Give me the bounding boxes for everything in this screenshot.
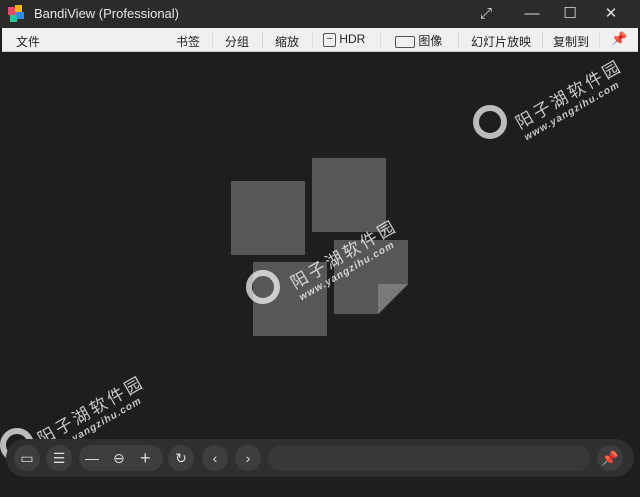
- menu-copy-to[interactable]: 复制到: [553, 33, 589, 50]
- maximize-button[interactable]: ☐: [560, 4, 580, 24]
- zoom-controls: — ⊖ +: [79, 445, 163, 471]
- image-fit-icon: [395, 35, 415, 48]
- zoom-fit-icon[interactable]: ⊖: [113, 445, 125, 471]
- menu-group[interactable]: 分组: [225, 33, 249, 50]
- zoom-in-icon[interactable]: +: [140, 445, 151, 471]
- hdr-button[interactable]: – HDR: [323, 32, 365, 47]
- folder-button[interactable]: ▭: [14, 445, 40, 471]
- menu-bookmark[interactable]: 书签: [176, 33, 200, 50]
- pin-button[interactable]: 📌: [597, 445, 623, 471]
- chevron-right-icon: ›: [245, 450, 251, 466]
- watermark-logo-icon: [246, 270, 280, 304]
- chevron-left-icon: ‹: [212, 450, 218, 466]
- rotate-icon: ↻: [175, 450, 187, 466]
- menu-zoom[interactable]: 缩放: [275, 33, 299, 50]
- image-button[interactable]: 图像: [395, 32, 442, 49]
- watermark-logo-icon: [473, 105, 507, 139]
- menu-slideshow[interactable]: 幻灯片放映: [471, 33, 531, 50]
- minimize-button[interactable]: —: [522, 4, 542, 24]
- pin-icon: 📌: [601, 450, 619, 466]
- previous-button[interactable]: ‹: [202, 445, 228, 471]
- hdr-icon: –: [323, 32, 336, 47]
- seek-bar[interactable]: [268, 445, 590, 471]
- menu-file[interactable]: 文件: [16, 33, 40, 50]
- menu-toolbar: 文件 书签 分组 缩放 – HDR 图像 幻灯片放映 复制到 📌: [2, 28, 638, 52]
- fullscreen-icon[interactable]: ⤢: [476, 4, 496, 24]
- folder-icon: ▭: [20, 450, 34, 466]
- pin-icon[interactable]: 📌: [611, 31, 627, 47]
- page-fold: [378, 284, 408, 314]
- zoom-out-icon[interactable]: —: [85, 445, 99, 471]
- window-title: BandiView (Professional): [34, 6, 179, 21]
- rotate-button[interactable]: ↻: [168, 445, 194, 471]
- placeholder-image-icon: [231, 181, 305, 255]
- title-bar: BandiView (Professional) ⤢ — ☐ ✕: [0, 0, 640, 28]
- next-button[interactable]: ›: [235, 445, 261, 471]
- bandiview-logo-icon: [8, 5, 24, 22]
- list-icon: ☰: [52, 450, 66, 466]
- close-button[interactable]: ✕: [601, 4, 621, 24]
- bottom-control-bar: ▭ ☰ — ⊖ + ↻ ‹ › 📌: [6, 439, 634, 477]
- list-button[interactable]: ☰: [46, 445, 72, 471]
